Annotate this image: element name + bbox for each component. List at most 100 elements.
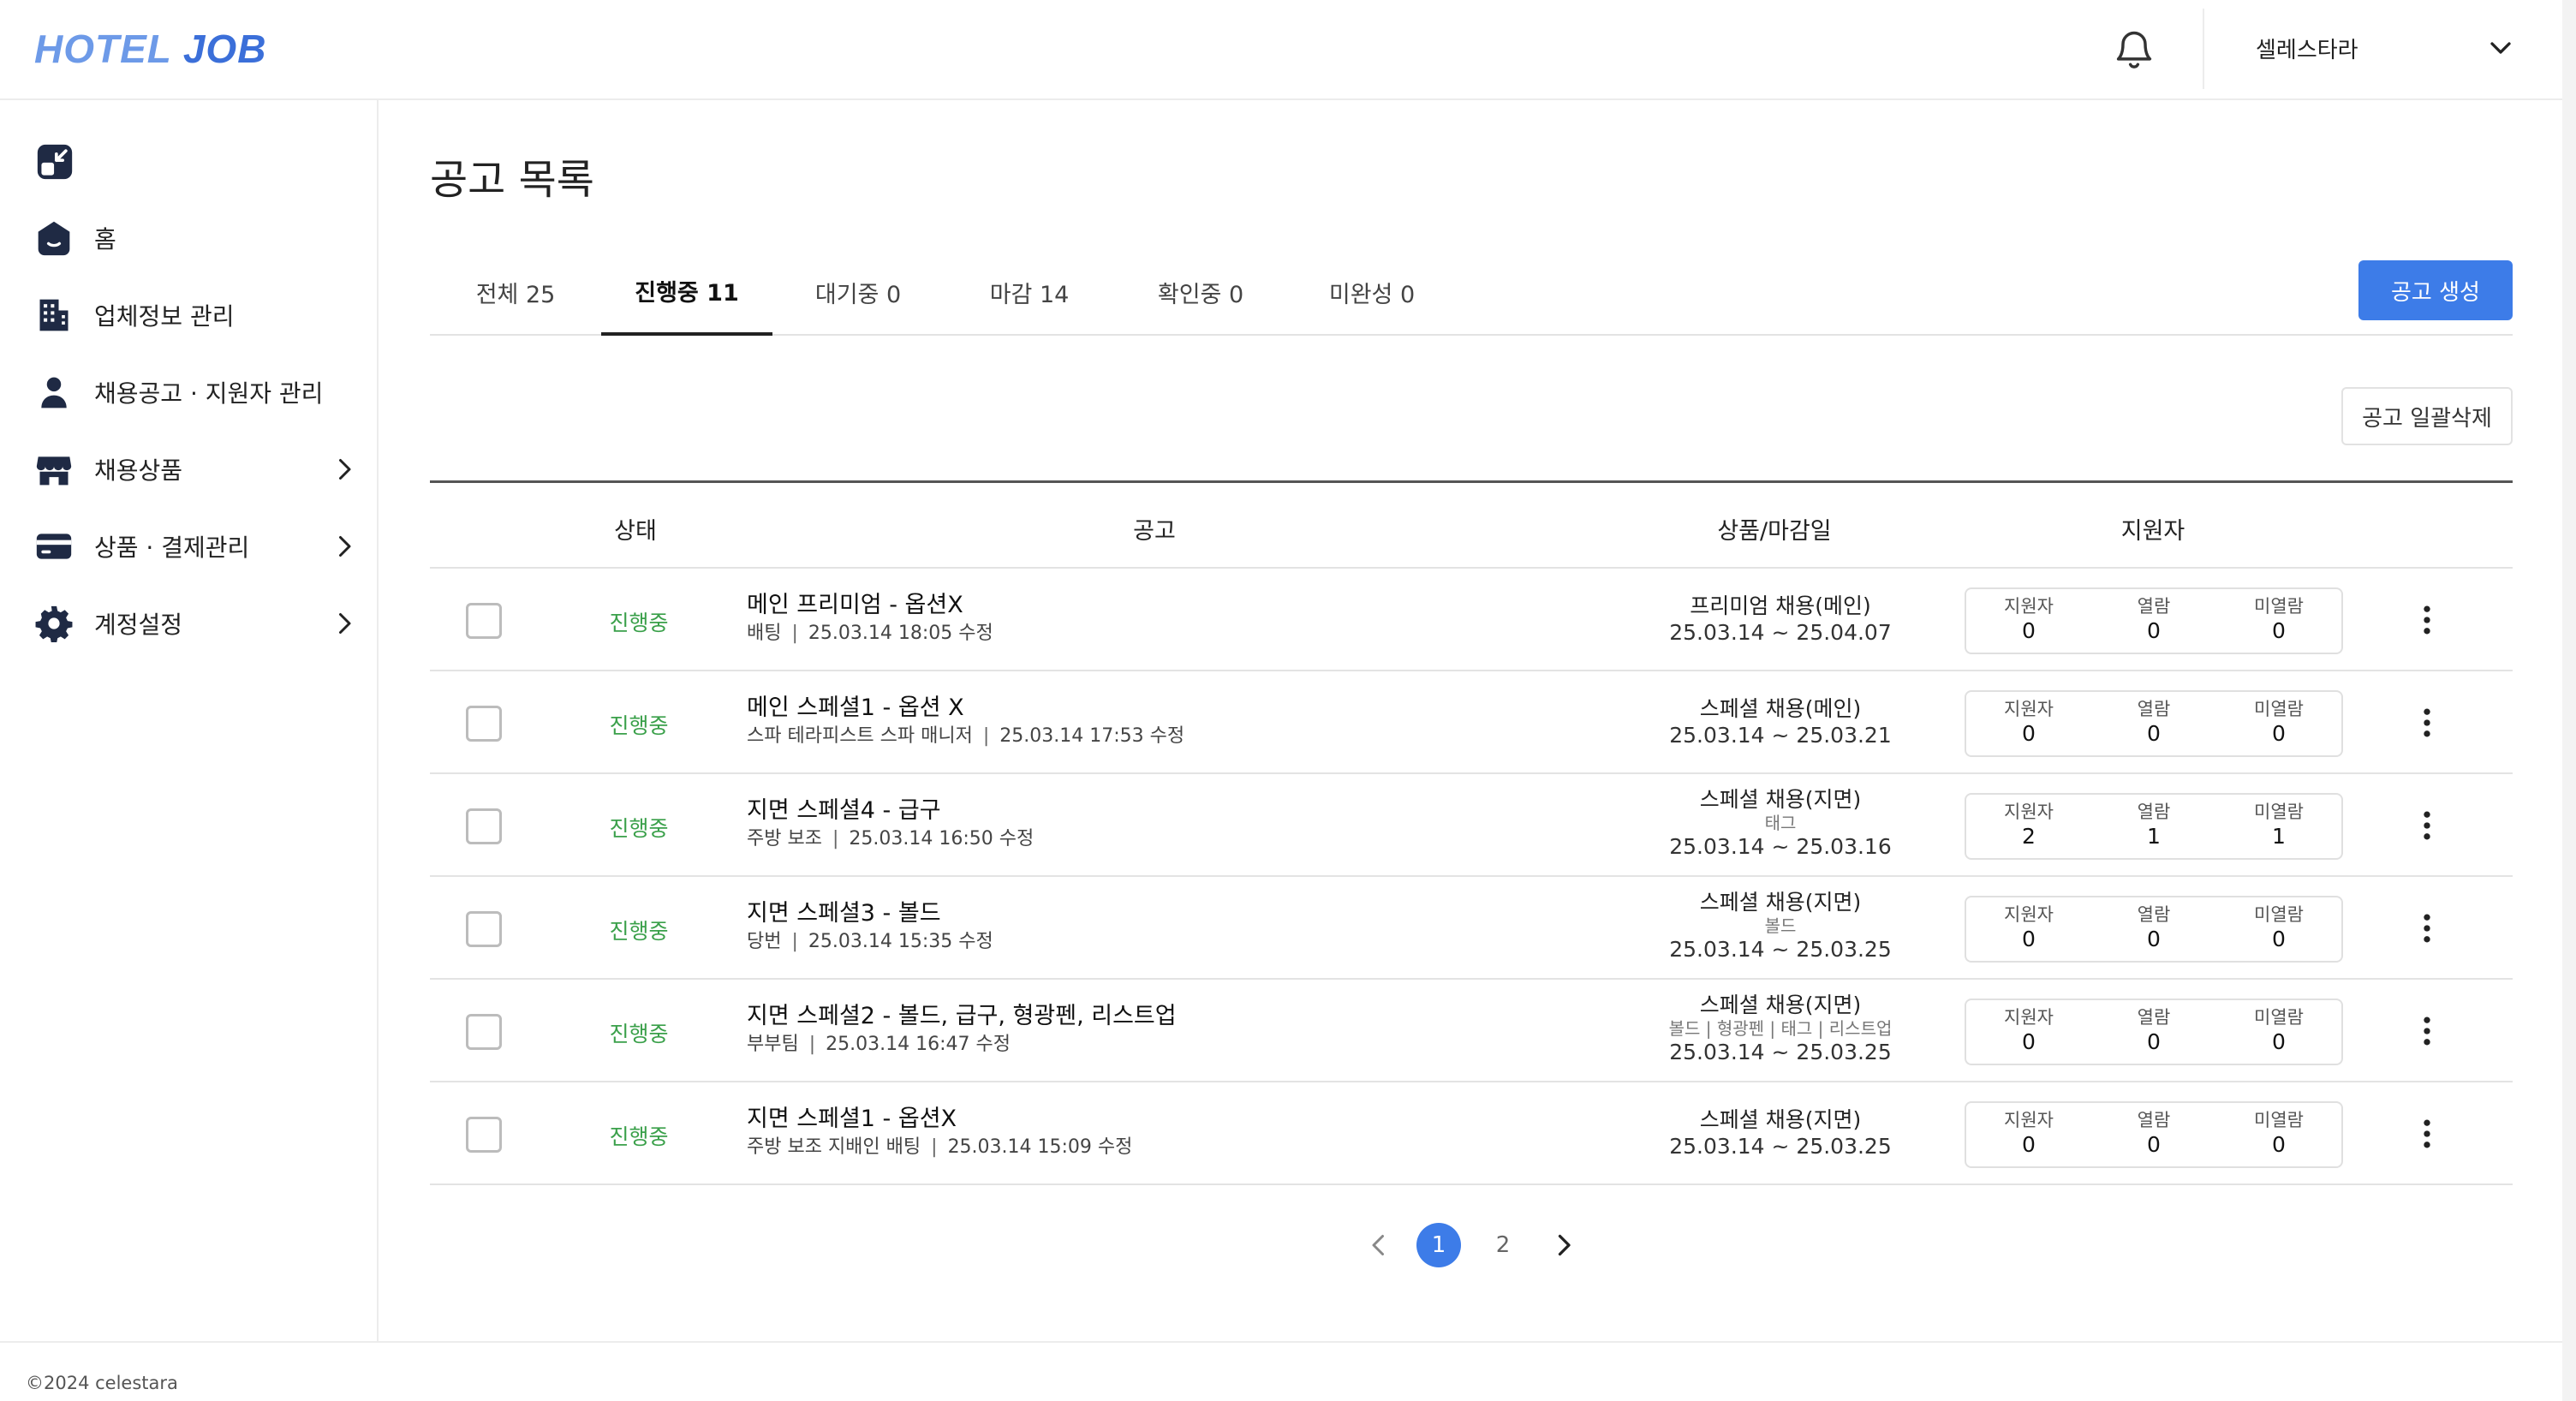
- table-row[interactable]: 진행중 메인 프리미엄 - 옵션X 배팅 | 25.03.14 18:05 수정 프…: [430, 569, 2513, 671]
- stat-value: 0: [2147, 618, 2161, 643]
- bell-icon[interactable]: [2112, 27, 2156, 72]
- more-options-icon[interactable]: [2408, 1115, 2446, 1153]
- job-info[interactable]: 메인 스페셜1 - 옵션 X 스파 테라피스트 스파 매니저 | 25.03.14 …: [747, 694, 1603, 748]
- tab-all[interactable]: 전체 25: [430, 248, 601, 336]
- table-row[interactable]: 진행중 지면 스페셜1 - 옵션X 주방 보조 지배인 배팅 | 25.03.14 …: [430, 1082, 2513, 1185]
- stat-label: 미열람: [2254, 1110, 2304, 1130]
- product-period: 25.03.14 ~ 25.03.25: [1669, 1040, 1892, 1064]
- job-info[interactable]: 지면 스페셜1 - 옵션X 주방 보조 지배인 배팅 | 25.03.14 15:0…: [747, 1105, 1603, 1160]
- sidebar-item-home[interactable]: 홈: [34, 212, 360, 264]
- row-checkbox[interactable]: [466, 603, 502, 639]
- separator: |: [832, 828, 839, 850]
- chevron-down-icon[interactable]: [2484, 31, 2518, 65]
- row-checkbox[interactable]: [466, 1014, 502, 1050]
- applicant-stats[interactable]: 지원자 0 열람 0 미열람 0: [1965, 999, 2343, 1065]
- product-period: 25.03.14 ~ 25.03.21: [1669, 723, 1892, 748]
- tab-in-progress[interactable]: 진행중 11: [601, 248, 772, 336]
- product-name: 스페셜 채용(메인): [1699, 696, 1862, 721]
- job-info[interactable]: 지면 스페셜4 - 급구 주방 보조 | 25.03.14 16:50 수정: [747, 796, 1603, 851]
- building-icon: [34, 295, 74, 335]
- row-checkbox[interactable]: [466, 808, 502, 844]
- tab-incomplete[interactable]: 미완성 0: [1286, 248, 1458, 336]
- product-info: 스페셜 채용(메인) 25.03.14 ~ 25.03.21: [1613, 695, 1947, 748]
- stat-applicants: 지원자 0: [1966, 1103, 2091, 1166]
- tab-reviewing[interactable]: 확인중 0: [1115, 248, 1286, 336]
- chevron-right-icon[interactable]: [329, 608, 360, 639]
- column-header-product: 상품/마감일: [1717, 518, 1832, 545]
- stat-unviewed: 미열람 0: [2216, 1000, 2341, 1064]
- job-title[interactable]: 지면 스페셜2 - 볼드, 급구, 형광펜, 리스트업: [747, 1002, 1603, 1031]
- sidebar-item-label: 홈: [94, 225, 116, 253]
- separator: |: [931, 1136, 938, 1158]
- top-header: HOTEL JOB 셀레스타라: [0, 0, 2562, 100]
- stat-unviewed: 미열람 0: [2216, 692, 2341, 755]
- job-info[interactable]: 메인 프리미엄 - 옵션X 배팅 | 25.03.14 18:05 수정: [747, 591, 1603, 646]
- job-subtitle: 주방 보조 지배인 배팅 | 25.03.14 15:09 수정: [747, 1136, 1603, 1160]
- product-info: 스페셜 채용(지면) 25.03.14 ~ 25.03.25: [1613, 1106, 1947, 1160]
- column-header-applicants: 지원자: [2120, 518, 2185, 545]
- chevron-right-icon[interactable]: [329, 454, 360, 485]
- job-title[interactable]: 메인 프리미엄 - 옵션X: [747, 591, 1603, 620]
- product-options: 태그: [1764, 813, 1797, 833]
- job-title[interactable]: 지면 스페셜4 - 급구: [747, 796, 1603, 826]
- more-options-icon[interactable]: [2408, 1012, 2446, 1050]
- stat-label: 지원자: [2004, 699, 2054, 719]
- create-job-button[interactable]: 공고 생성: [2358, 260, 2513, 320]
- chevron-left-icon[interactable]: [1363, 1230, 1394, 1261]
- stat-value: 0: [2022, 1029, 2036, 1054]
- more-options-icon[interactable]: [2408, 909, 2446, 947]
- job-modified: 25.03.14 17:53 수정: [999, 725, 1185, 747]
- stat-value: 0: [2272, 721, 2286, 746]
- sidebar-item-payments[interactable]: 상품 · 결제관리: [34, 521, 360, 572]
- scrollbar-track[interactable]: [2562, 0, 2576, 1401]
- product-info: 스페셜 채용(지면) 볼드 | 형광펜 | 태그 | 리스트업 25.03.14…: [1613, 992, 1947, 1065]
- sidebar-item-jobs[interactable]: 채용공고 · 지원자 관리: [34, 367, 360, 418]
- job-position: 스파 테라피스트 스파 매니저: [747, 725, 973, 747]
- row-checkbox[interactable]: [466, 706, 502, 742]
- stat-viewed: 열람 0: [2091, 692, 2216, 755]
- applicant-stats[interactable]: 지원자 0 열람 0 미열람 0: [1965, 1101, 2343, 1168]
- sidebar: 홈 업체정보 관리 채용공고 · 지원자 관리 채용상품 상품 · 결제관리 계…: [0, 100, 379, 1342]
- stat-applicants: 지원자 0: [1966, 897, 2091, 961]
- product-name: 프리미엄 채용(메인): [1690, 593, 1871, 618]
- page-2-button[interactable]: 2: [1481, 1223, 1525, 1267]
- home-icon: [34, 218, 74, 258]
- applicant-stats[interactable]: 지원자 0 열람 0 미열람 0: [1965, 896, 2343, 963]
- job-title[interactable]: 지면 스페셜1 - 옵션X: [747, 1105, 1603, 1134]
- stat-label: 열람: [2137, 1110, 2171, 1130]
- more-options-icon[interactable]: [2408, 601, 2446, 639]
- table-row[interactable]: 진행중 지면 스페셜2 - 볼드, 급구, 형광펜, 리스트업 부부팀 | 25.0…: [430, 980, 2513, 1082]
- more-options-icon[interactable]: [2408, 704, 2446, 742]
- company-name[interactable]: 셀레스타라: [2256, 33, 2358, 64]
- job-title[interactable]: 메인 스페셜1 - 옵션 X: [747, 694, 1603, 723]
- tab-waiting[interactable]: 대기중 0: [772, 248, 944, 336]
- job-info[interactable]: 지면 스페셜2 - 볼드, 급구, 형광펜, 리스트업 부부팀 | 25.03.14…: [747, 1002, 1603, 1057]
- sidebar-item-company[interactable]: 업체정보 관리: [34, 289, 360, 341]
- chevron-right-icon[interactable]: [329, 531, 360, 562]
- job-position: 주방 보조: [747, 828, 822, 850]
- row-checkbox[interactable]: [466, 911, 502, 947]
- page-1-button[interactable]: 1: [1416, 1223, 1461, 1267]
- column-header-status: 상태: [614, 518, 657, 545]
- job-title[interactable]: 지면 스페셜3 - 볼드: [747, 899, 1603, 928]
- table-row[interactable]: 진행중 메인 스페셜1 - 옵션 X 스파 테라피스트 스파 매니저 | 25.03…: [430, 671, 2513, 774]
- stat-unviewed: 미열람 0: [2216, 589, 2341, 653]
- sidebar-item-settings[interactable]: 계정설정: [34, 598, 360, 649]
- chevron-right-icon[interactable]: [1548, 1230, 1579, 1261]
- table-row[interactable]: 진행중 지면 스페셜3 - 볼드 당번 | 25.03.14 15:35 수정 스페…: [430, 877, 2513, 980]
- applicant-stats[interactable]: 지원자 0 열람 0 미열람 0: [1965, 587, 2343, 654]
- job-info[interactable]: 지면 스페셜3 - 볼드 당번 | 25.03.14 15:35 수정: [747, 899, 1603, 954]
- collapse-sidebar-icon[interactable]: [36, 143, 74, 181]
- row-checkbox[interactable]: [466, 1117, 502, 1153]
- stat-value: 0: [2272, 927, 2286, 951]
- more-options-icon[interactable]: [2408, 807, 2446, 844]
- sidebar-item-products[interactable]: 채용상품: [34, 444, 360, 495]
- logo[interactable]: HOTEL JOB: [34, 26, 266, 72]
- separator: |: [791, 623, 798, 644]
- product-name: 스페셜 채용(지면): [1699, 787, 1862, 812]
- table-row[interactable]: 진행중 지면 스페셜4 - 급구 주방 보조 | 25.03.14 16:50 수정…: [430, 774, 2513, 877]
- bulk-delete-button[interactable]: 공고 일괄삭제: [2341, 387, 2513, 445]
- tab-closed[interactable]: 마감 14: [944, 248, 1115, 336]
- applicant-stats[interactable]: 지원자 0 열람 0 미열람 0: [1965, 690, 2343, 757]
- applicant-stats[interactable]: 지원자 2 열람 1 미열람 1: [1965, 793, 2343, 860]
